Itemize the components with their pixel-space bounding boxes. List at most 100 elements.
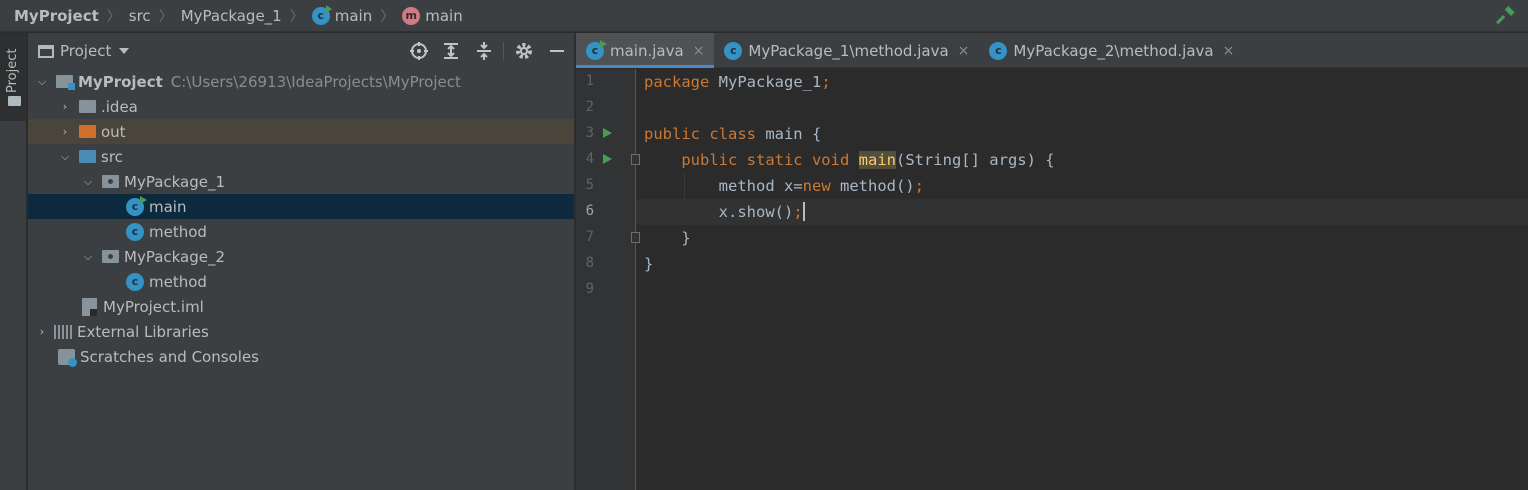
tab-main-java[interactable]: c main.java × (576, 33, 715, 68)
gutter-line: 3 (576, 121, 636, 147)
class-icon: c (126, 272, 144, 291)
code-line: public static void main(String[] args) { (681, 151, 1055, 169)
toolbar-divider (503, 42, 504, 60)
locate-icon[interactable] (409, 41, 429, 61)
tree-item-method-1[interactable]: c method (28, 219, 574, 244)
tree-item-label: main (149, 197, 187, 216)
gutter-line: 4 (576, 147, 640, 173)
gear-icon[interactable] (514, 41, 534, 61)
breadcrumb-project[interactable]: MyProject (14, 0, 99, 32)
close-icon[interactable]: × (958, 43, 970, 59)
minimize-icon[interactable] (547, 41, 567, 61)
tree-item-label: out (101, 122, 126, 141)
package-icon (102, 250, 119, 263)
line-number: 9 (585, 281, 594, 297)
project-view-selector[interactable]: Project (60, 42, 111, 60)
tree-item-main[interactable]: c main (28, 194, 574, 219)
code-line: public class main { (644, 125, 822, 143)
chevron-right-icon: 〉 (380, 8, 395, 25)
class-run-icon: c (311, 4, 332, 25)
tree-item-label: Scratches and Consoles (80, 347, 259, 366)
class-icon: c (724, 41, 743, 60)
iml-file-icon (82, 297, 97, 316)
code-line: } (644, 229, 691, 247)
build-hammer-icon[interactable] (1496, 6, 1516, 26)
navigation-bar: MyProject 〉 src 〉 MyPackage_1 〉 c main 〉… (0, 0, 1528, 32)
tab-mypackage-2-method[interactable]: c MyPackage_2\method.java × (979, 33, 1244, 68)
source-folder-icon (79, 150, 96, 163)
line-number: 3 (585, 125, 594, 141)
class-icon: c (989, 41, 1008, 60)
collapse-all-icon[interactable] (474, 41, 494, 61)
line-number: 1 (585, 73, 594, 89)
scratches-icon (58, 348, 77, 367)
tab-label: MyPackage_2\method.java (1013, 41, 1214, 60)
tree-item-src[interactable]: ⌵ src (28, 144, 574, 169)
chevron-right-icon[interactable]: › (57, 125, 73, 138)
tree-item-mypackage-2[interactable]: ⌵ MyPackage_2 (28, 244, 574, 269)
chevron-down-icon[interactable] (119, 48, 130, 54)
text-caret (802, 201, 805, 221)
chevron-down-icon[interactable]: ⌵ (57, 150, 73, 164)
tree-item-iml[interactable]: MyProject.iml (28, 294, 574, 319)
project-path: C:\Users\26913\IdeaProjects\MyProject (170, 72, 461, 91)
chevron-right-icon: 〉 (106, 8, 121, 25)
class-run-icon: c (586, 39, 607, 60)
tree-item-method-2[interactable]: c method (28, 269, 574, 294)
library-icon (54, 324, 72, 339)
chevron-down-icon[interactable]: ⌵ (34, 75, 50, 89)
tree-item-idea[interactable]: › .idea (28, 94, 574, 119)
package-icon (102, 175, 119, 188)
breadcrumb-class-label: main (334, 6, 373, 25)
code-line: package MyPackage_1; (644, 73, 831, 91)
run-icon[interactable] (603, 128, 612, 138)
tree-item-label: MyPackage_1 (124, 172, 226, 191)
project-tool-label: Project (5, 48, 20, 93)
tree-item-label: MyProject.iml (103, 297, 204, 316)
line-number: 4 (585, 151, 594, 167)
chevron-right-icon: 〉 (289, 8, 304, 25)
line-number: 2 (585, 99, 594, 115)
tool-window-strip: Project (0, 33, 27, 490)
folder-icon (8, 96, 21, 106)
run-icon[interactable] (603, 154, 612, 164)
breadcrumb-class[interactable]: c main (311, 0, 373, 32)
fold-icon[interactable] (631, 232, 640, 243)
tab-mypackage-1-method[interactable]: c MyPackage_1\method.java × (714, 33, 979, 68)
chevron-right-icon[interactable]: › (57, 100, 73, 113)
project-tool-tab[interactable]: Project (0, 33, 27, 121)
line-number: 6 (585, 203, 594, 219)
tree-item-mypackage-1[interactable]: ⌵ MyPackage_1 (28, 169, 574, 194)
tree-item-label: .idea (101, 97, 138, 116)
code-editor[interactable]: 1 2 3 4 5 6 7 8 9 package MyPackage_1; p… (576, 69, 1528, 490)
editor-tabs: c main.java × c MyPackage_1\method.java … (576, 33, 1528, 68)
chevron-right-icon[interactable]: › (34, 325, 50, 338)
expand-all-icon[interactable] (441, 41, 461, 61)
tree-item-label: MyPackage_2 (124, 247, 226, 266)
line-number: 7 (585, 229, 594, 245)
tree-item-myproject[interactable]: ⌵ MyProject C:\Users\26913\IdeaProjects\… (28, 69, 574, 94)
tree-item-scratches[interactable]: Scratches and Consoles (28, 344, 574, 369)
tree-item-out[interactable]: › out (28, 119, 574, 144)
code-line: method x=new method(); (718, 177, 924, 195)
project-panel-header: Project (28, 33, 574, 69)
gutter-line: 6 (576, 199, 636, 225)
tab-label: main.java (610, 41, 684, 60)
tree-item-label: method (149, 222, 207, 241)
breadcrumb-package[interactable]: MyPackage_1 (181, 0, 282, 32)
close-icon[interactable]: × (693, 43, 705, 59)
editor-gutter: 1 2 3 4 5 6 7 8 9 (576, 69, 640, 490)
breadcrumb-method[interactable]: m main (402, 0, 463, 32)
method-icon: m (402, 6, 421, 25)
tree-item-label: src (101, 147, 123, 166)
module-folder-icon (56, 75, 75, 90)
close-icon[interactable]: × (1223, 43, 1235, 59)
code-line-current: x.show(); (636, 199, 1528, 225)
fold-icon[interactable] (631, 154, 640, 165)
breadcrumb-src[interactable]: src (129, 0, 151, 32)
chevron-down-icon[interactable]: ⌵ (80, 175, 96, 189)
tree-item-external-libraries[interactable]: › External Libraries (28, 319, 574, 344)
chevron-down-icon[interactable]: ⌵ (80, 250, 96, 264)
line-number: 8 (585, 255, 594, 271)
